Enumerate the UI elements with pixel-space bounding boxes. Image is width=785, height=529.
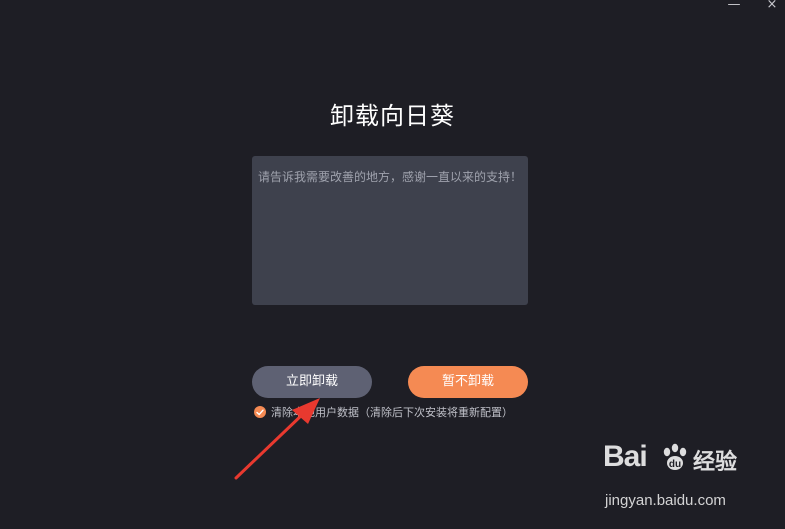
check-icon: [256, 409, 264, 416]
clear-data-checkbox[interactable]: [254, 406, 266, 418]
uninstall-now-button[interactable]: 立即卸载: [252, 366, 372, 398]
clear-data-option[interactable]: 清除本地用户数据（清除后下次安装将重新配置）: [254, 405, 513, 419]
minimize-button[interactable]: —: [722, 0, 746, 14]
clear-data-label: 清除本地用户数据（清除后下次安装将重新配置）: [271, 406, 513, 419]
dialog-title: 卸载向日葵: [330, 102, 455, 130]
feedback-textarea[interactable]: [252, 156, 528, 305]
close-button[interactable]: ×: [760, 0, 784, 14]
watermark-jingyan-text: 经验: [693, 450, 738, 475]
paw-icon: du: [663, 443, 687, 470]
watermark-url: jingyan.baidu.com: [605, 492, 726, 509]
svg-text:du: du: [669, 459, 681, 470]
baidu-jingyan-watermark: Bai du 经验 jingyan.baidu.com: [603, 438, 753, 518]
uninstall-dialog: — × 卸载向日葵 立即卸载 暂不卸载 清除本地用户数据（清除后下次安装将重新配…: [0, 0, 785, 529]
watermark-logo-text: Bai: [603, 440, 648, 473]
not-now-button[interactable]: 暂不卸载: [408, 366, 528, 398]
